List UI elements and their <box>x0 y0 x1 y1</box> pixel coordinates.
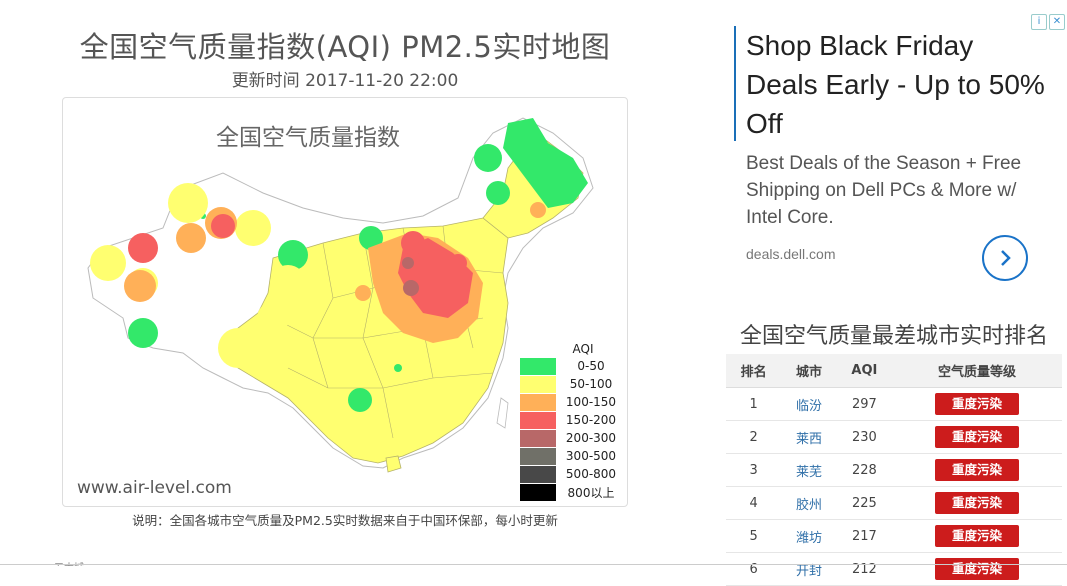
legend-swatch <box>520 483 556 501</box>
legend-label: 100-150 <box>565 395 617 409</box>
taiwan-island <box>496 397 509 429</box>
legend-swatch <box>520 447 556 465</box>
table-header-row: 排名 城市 AQI 空气质量等级 <box>726 354 1062 388</box>
city-link[interactable]: 临汾 <box>781 387 837 421</box>
legend-item: 100-150 <box>520 393 626 411</box>
legend-swatch <box>520 465 556 483</box>
aqi-cell: 230 <box>836 420 892 454</box>
legend-swatch <box>520 393 556 411</box>
legend-item: 0-50 <box>520 357 626 375</box>
update-time: 更新时间 2017-11-20 22:00 <box>231 71 459 91</box>
rank-cell: 4 <box>726 486 782 520</box>
level-cell: 重度污染 <box>892 486 1062 520</box>
city-link[interactable]: 胶州 <box>781 486 837 520</box>
col-city: 城市 <box>781 354 837 388</box>
level-badge: 重度污染 <box>935 492 1019 514</box>
chevron-right-icon <box>1001 250 1011 266</box>
level-badge: 重度污染 <box>935 558 1019 580</box>
legend-label: 800以上 <box>567 485 615 500</box>
legend-label: 0-50 <box>577 359 605 373</box>
aqi-cell: 217 <box>836 519 892 553</box>
ad-body[interactable]: Best Deals of the Season + Free Shipping… <box>746 150 1051 231</box>
aqi-cell: 225 <box>836 486 892 520</box>
hainan-island <box>385 455 402 473</box>
city-link[interactable]: 莱芜 <box>781 453 837 487</box>
legend-label: 50-100 <box>569 377 613 391</box>
legend-label: 300-500 <box>565 449 617 463</box>
level-badge: 重度污染 <box>935 525 1019 547</box>
city-link[interactable]: 莱西 <box>781 420 837 454</box>
ranking-title: 全国空气质量最差城市实时排名 <box>740 324 1049 349</box>
legend-swatch <box>520 375 556 393</box>
aqi-cell: 228 <box>836 453 892 487</box>
legend-item: 150-200 <box>520 411 626 429</box>
legend-title: AQI <box>572 342 594 356</box>
ad-headline[interactable]: Shop Black Friday Deals Early - Up to 50… <box>746 26 1046 143</box>
level-badge: 重度污染 <box>935 459 1019 481</box>
aqi-cell: 212 <box>836 552 892 586</box>
rank-cell: 3 <box>726 453 782 487</box>
rank-cell: 2 <box>726 420 782 454</box>
ad-accent-bar <box>734 26 736 141</box>
ad-open-button[interactable] <box>982 235 1028 281</box>
legend-label: 150-200 <box>565 413 617 427</box>
ad-url[interactable]: deals.dell.com <box>746 246 836 262</box>
city-link[interactable]: 潍坊 <box>781 519 837 553</box>
table-row: 2 莱西 230 重度污染 <box>726 420 1062 454</box>
page-divider <box>0 564 1067 565</box>
legend-swatch <box>520 429 556 447</box>
page-title: 全国空气质量指数(AQI) PM2.5实时地图 <box>79 30 611 64</box>
rank-cell: 5 <box>726 519 782 553</box>
level-cell: 重度污染 <box>892 453 1062 487</box>
rank-cell: 1 <box>726 387 782 421</box>
table-row: 5 潍坊 217 重度污染 <box>726 519 1062 553</box>
table-row: 1 临汾 297 重度污染 <box>726 387 1062 421</box>
col-aqi: AQI <box>836 354 892 388</box>
legend-label: 500-800 <box>565 467 617 481</box>
level-cell: 重度污染 <box>892 420 1062 454</box>
legend-label: 200-300 <box>565 431 617 445</box>
level-badge: 重度污染 <box>935 426 1019 448</box>
legend-item: 500-800 <box>520 465 626 483</box>
legend-item: 800以上 <box>520 483 626 501</box>
col-level: 空气质量等级 <box>892 354 1062 388</box>
aqi-map[interactable]: 全国空气质量指数 www.air-level.com AQI 0-50 50-1… <box>62 97 628 507</box>
rank-cell: 6 <box>726 552 782 586</box>
level-cell: 重度污染 <box>892 552 1062 586</box>
data-source-note: 说明：全国各城市空气质量及PM2.5实时数据来自于中国环保部，每小时更新 <box>132 513 558 528</box>
col-rank: 排名 <box>726 354 782 388</box>
legend-item: 50-100 <box>520 375 626 393</box>
site-watermark: www.air-level.com <box>77 478 232 498</box>
level-badge: 重度污染 <box>935 393 1019 415</box>
level-cell: 重度污染 <box>892 387 1062 421</box>
table-row: 4 胶州 225 重度污染 <box>726 486 1062 520</box>
map-title: 全国空气质量指数 <box>216 125 400 151</box>
aqi-legend: AQI 0-50 50-100 100-150 150-200 200-300 … <box>520 341 626 501</box>
legend-item: 200-300 <box>520 429 626 447</box>
close-icon[interactable]: ✕ <box>1049 14 1065 30</box>
legend-swatch <box>520 357 556 375</box>
level-cell: 重度污染 <box>892 519 1062 553</box>
legend-swatch <box>520 411 556 429</box>
city-link[interactable]: 开封 <box>781 552 837 586</box>
table-row: 3 莱芜 228 重度污染 <box>726 453 1062 487</box>
table-row: 6 开封 212 重度污染 <box>726 552 1062 586</box>
legend-item: 300-500 <box>520 447 626 465</box>
aqi-cell: 297 <box>836 387 892 421</box>
ranking-table: 排名 城市 AQI 空气质量等级 1 临汾 297 重度污染 2 莱西 230 … <box>726 354 1062 586</box>
